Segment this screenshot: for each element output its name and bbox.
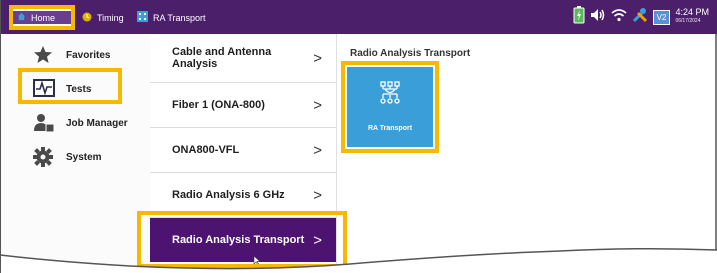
list-item-label: ONA800-VFL (172, 144, 240, 156)
list-item-label: Fiber 1 (ONA-800) (172, 99, 265, 111)
ra-transport-tile-label: RA Transport (367, 125, 413, 132)
list-item-fiber-1[interactable]: Fiber 1 (ONA-800) > (150, 83, 336, 128)
tools-icon[interactable] (632, 7, 648, 28)
tab-home[interactable]: Home (11, 9, 73, 26)
timing-icon (82, 12, 92, 24)
tab-ra-transport-label: RA Transport (153, 12, 206, 23)
list-item-label: Radio Analysis Transport (172, 234, 305, 246)
sidebar-item-label: Job Manager (66, 117, 128, 129)
tab-timing-label: Timing (97, 12, 124, 23)
tab-timing[interactable]: Timing (82, 9, 124, 26)
chevron-right-icon: > (313, 231, 322, 249)
chevron-right-icon: > (313, 141, 322, 159)
list-item-ona800-vfl[interactable]: ONA800-VFL > (150, 128, 336, 173)
mouse-cursor-icon (253, 255, 261, 268)
star-icon (33, 45, 55, 65)
clock: 4:24 PM 06/17/2024 (675, 8, 709, 26)
list-item-label: Radio Analysis 6 GHz (172, 189, 285, 201)
list-item-radio-analysis-6ghz[interactable]: Radio Analysis 6 GHz > (150, 173, 336, 218)
gear-icon (33, 147, 55, 167)
list-item-cable-antenna-analysis[interactable]: Cable and Antenna Analysis > (150, 34, 336, 83)
status-area: V2 4:24 PM 06/17/2024 (573, 5, 709, 29)
tab-ra-transport[interactable]: RA Transport (137, 9, 206, 26)
sidebar-item-favorites[interactable]: Favorites (0, 38, 150, 72)
list-item-label: Cable and Antenna Analysis (172, 46, 272, 70)
sidebar-item-label: System (66, 151, 102, 163)
chevron-right-icon: > (313, 96, 322, 114)
sidebar-item-label: Favorites (66, 49, 111, 61)
clock-time: 4:24 PM (675, 7, 709, 17)
volume-icon[interactable] (590, 8, 606, 27)
wifi-icon[interactable] (611, 8, 627, 27)
sidebar-item-tests[interactable]: Tests (0, 72, 150, 106)
waveform-icon (33, 79, 55, 99)
ra-transport-icon (137, 11, 148, 24)
tab-home-label: Home (31, 12, 56, 23)
chevron-right-icon: > (313, 49, 322, 67)
home-icon (17, 12, 26, 23)
list-item-radio-analysis-transport[interactable]: Radio Analysis Transport > (150, 218, 336, 262)
test-list: Cable and Antenna Analysis > Fiber 1 (ON… (150, 34, 337, 273)
battery-icon (573, 5, 585, 29)
clock-date: 06/17/2024 (675, 18, 701, 24)
job-manager-icon (33, 113, 55, 133)
sidebar-item-label: Tests (66, 83, 92, 95)
ra-transport-tile[interactable]: RA Transport (347, 67, 433, 147)
sidebar-item-job-manager[interactable]: Job Manager (0, 106, 150, 140)
top-bar: Home Timing RA Transport V2 4:24 PM 06/1… (0, 0, 717, 34)
version-badge: V2 (652, 9, 671, 25)
sidebar-item-system[interactable]: System (0, 140, 150, 174)
chevron-right-icon: > (313, 186, 322, 204)
sidebar: Favorites Tests Job Manager System (0, 34, 151, 273)
network-tree-icon (379, 81, 401, 107)
panel-title: Radio Analysis Transport (350, 48, 471, 59)
